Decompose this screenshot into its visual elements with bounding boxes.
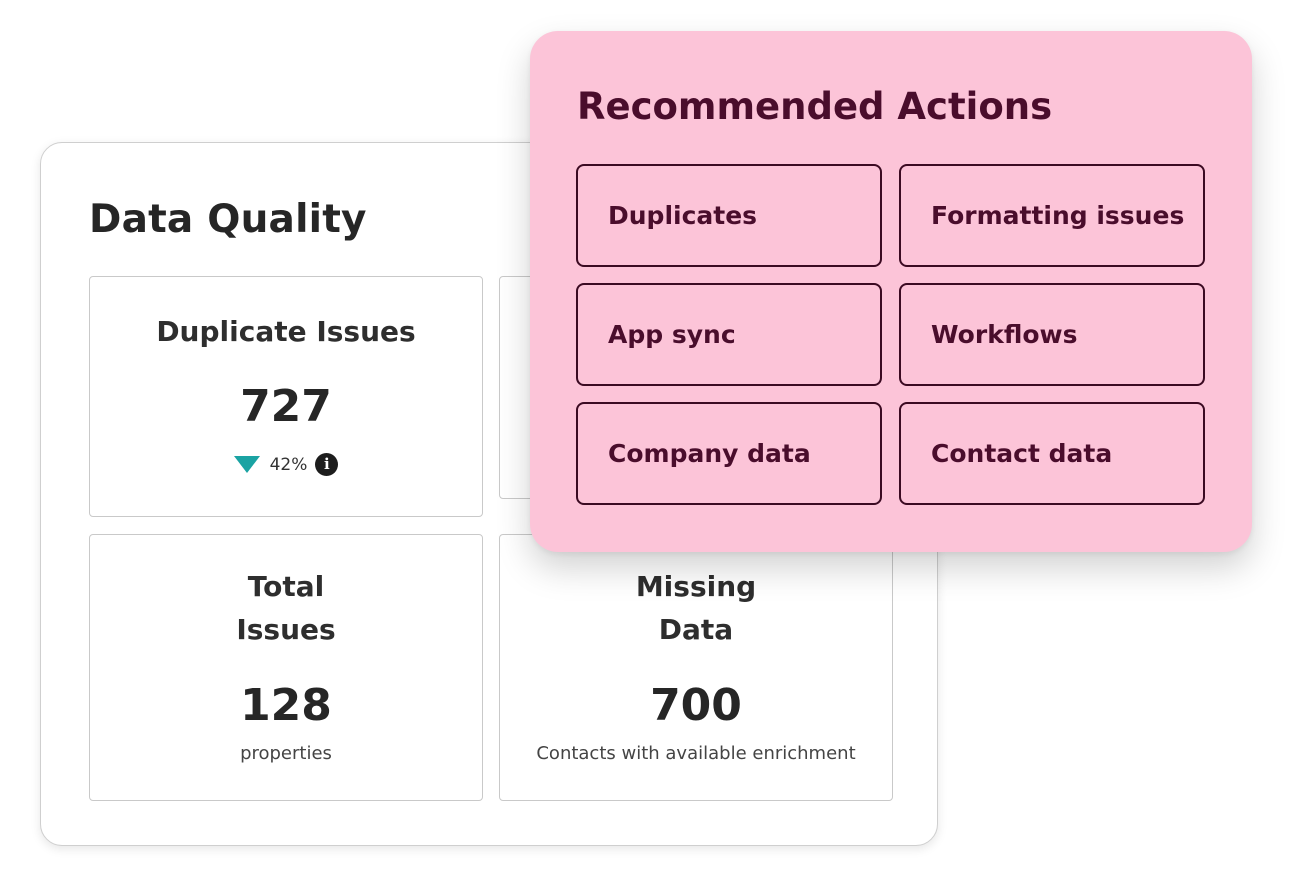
action-contact-data-button[interactable]: Contact data (899, 402, 1205, 505)
total-issues-subtitle: properties (240, 743, 332, 764)
duplicate-issues-title: Duplicate Issues (156, 315, 416, 348)
total-issues-card[interactable]: Total Issues 128 properties (89, 534, 483, 801)
action-duplicates-button[interactable]: Duplicates (576, 164, 882, 267)
recommended-actions-title: Recommended Actions (577, 85, 1053, 128)
action-workflows-button[interactable]: Workflows (899, 283, 1205, 386)
missing-data-card[interactable]: Missing Data 700 Contacts with available… (499, 534, 893, 801)
action-formatting-issues-button[interactable]: Formatting issues (899, 164, 1205, 267)
duplicate-issues-change: 42% i (90, 453, 482, 476)
total-issues-title: Total Issues (236, 570, 336, 646)
recommended-actions-panel: Recommended Actions Duplicates Formattin… (530, 31, 1252, 552)
data-quality-title: Data Quality (89, 197, 367, 242)
duplicate-issues-value: 727 (240, 381, 332, 432)
action-app-sync-button[interactable]: App sync (576, 283, 882, 386)
total-issues-value: 128 (240, 680, 332, 731)
info-icon[interactable]: i (315, 453, 339, 476)
action-company-data-button[interactable]: Company data (576, 402, 882, 505)
duplicate-issues-card[interactable]: Duplicate Issues 727 42% i (89, 276, 483, 517)
missing-data-subtitle: Contacts with available enrichment (536, 743, 856, 764)
missing-data-value: 700 (650, 680, 742, 731)
missing-data-title: Missing Data (635, 570, 757, 646)
duplicate-issues-change-value: 42% (269, 454, 308, 475)
trend-down-icon (233, 456, 260, 473)
